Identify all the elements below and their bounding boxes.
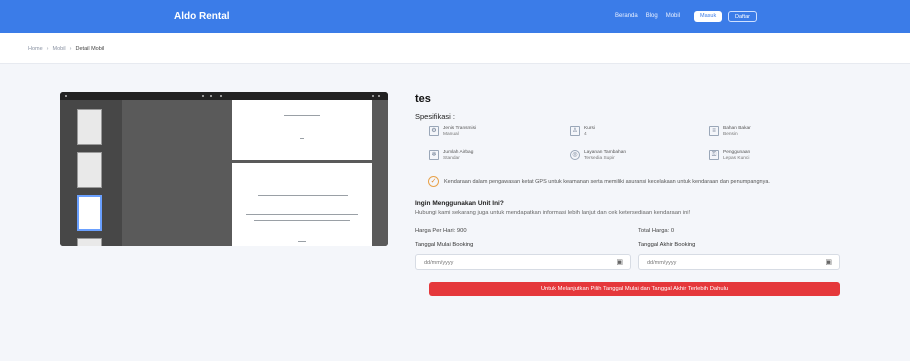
navbar: Aldo Rental Beranda Blog Mobil Masuk Daf…	[0, 0, 910, 33]
breadcrumb-cars[interactable]: Mobil	[53, 46, 66, 52]
document-page	[232, 100, 372, 160]
end-date-input[interactable]: dd/mm/yyyy ▣	[638, 254, 840, 270]
booking-description: Hubungi kami sekarang juga untuk mendapa…	[415, 210, 691, 216]
breadcrumb-separator: ›	[46, 46, 49, 52]
menu-icon[interactable]	[65, 95, 67, 97]
spec-item: ◎ Layanan Tambahan Tersedia Supir	[570, 150, 626, 161]
spec-item: ≡ Bahan Bakar Bensin	[709, 126, 751, 137]
login-button[interactable]: Masuk	[694, 11, 723, 22]
print-icon[interactable]	[378, 95, 380, 97]
shield-icon: ✓	[428, 176, 439, 187]
zoom-in-icon[interactable]	[210, 95, 212, 97]
calendar-icon[interactable]: ▣	[825, 258, 832, 266]
spec-item: ⚿ Penggunaan Lepas Kunci	[709, 150, 750, 161]
spec-item: ⚙ Jenis Transmisi Manual	[429, 126, 476, 137]
end-date-label: Tanggal Akhir Booking	[638, 242, 696, 248]
key-icon: ⚿	[709, 150, 719, 160]
brand-logo[interactable]: Aldo Rental	[174, 11, 230, 22]
breadcrumb: Home › Mobil › Detail Mobil	[28, 46, 104, 52]
page-area	[122, 100, 388, 246]
fit-page-icon[interactable]	[220, 95, 222, 97]
spec-item: ❄ Jumlah Airbag Standar	[429, 150, 473, 161]
steering-icon: ◎	[570, 150, 580, 160]
ac-icon: ❄	[429, 150, 439, 160]
thumbnail-panel[interactable]	[60, 100, 122, 246]
nav-link-blog[interactable]: Blog	[646, 13, 658, 19]
start-date-label: Tanggal Mulai Booking	[415, 242, 474, 248]
document-page	[232, 163, 372, 246]
breadcrumb-separator: ›	[69, 46, 72, 52]
start-date-placeholder: dd/mm/yyyy	[424, 260, 454, 266]
document-viewer[interactable]	[60, 92, 388, 246]
page-thumbnail[interactable]	[77, 238, 102, 246]
page-thumbnail[interactable]	[77, 152, 102, 188]
spec-item: ♙ Kursi 4	[570, 126, 595, 137]
transmission-icon: ⚙	[429, 126, 439, 136]
start-date-input[interactable]: dd/mm/yyyy ▣	[415, 254, 631, 270]
nav-link-cars[interactable]: Mobil	[666, 13, 680, 19]
download-icon[interactable]	[372, 95, 374, 97]
price-per-day: Harga Per Hari: 900	[415, 228, 467, 234]
notice-text: Kendaraan dalam pengawasan ketat GPS unt…	[444, 178, 770, 185]
spec-heading: Spesifikasi :	[415, 112, 456, 121]
breadcrumb-home[interactable]: Home	[28, 46, 43, 52]
register-button[interactable]: Daftar	[728, 11, 757, 22]
booking-heading: Ingin Menggunakan Unit Ini?	[415, 200, 504, 207]
viewer-toolbar	[60, 92, 388, 100]
zoom-out-icon[interactable]	[202, 95, 204, 97]
fuel-icon: ≡	[709, 126, 719, 136]
breadcrumb-bar: Home › Mobil › Detail Mobil	[0, 33, 910, 64]
breadcrumb-current: Detail Mobil	[75, 46, 105, 52]
seat-icon: ♙	[570, 126, 580, 136]
calendar-icon[interactable]: ▣	[616, 258, 623, 266]
car-title: tes	[415, 93, 431, 105]
nav-link-home[interactable]: Beranda	[615, 13, 638, 19]
page-thumbnail[interactable]	[77, 109, 102, 145]
gps-notice: ✓ Kendaraan dalam pengawasan ketat GPS u…	[428, 176, 770, 187]
booking-submit-button[interactable]: Untuk Melanjutkan Pilih Tanggal Mulai da…	[429, 282, 840, 296]
page-thumbnail[interactable]	[77, 195, 102, 231]
nav-links: Beranda Blog Mobil	[615, 13, 680, 19]
end-date-placeholder: dd/mm/yyyy	[647, 260, 677, 266]
total-price: Total Harga: 0	[638, 228, 675, 234]
